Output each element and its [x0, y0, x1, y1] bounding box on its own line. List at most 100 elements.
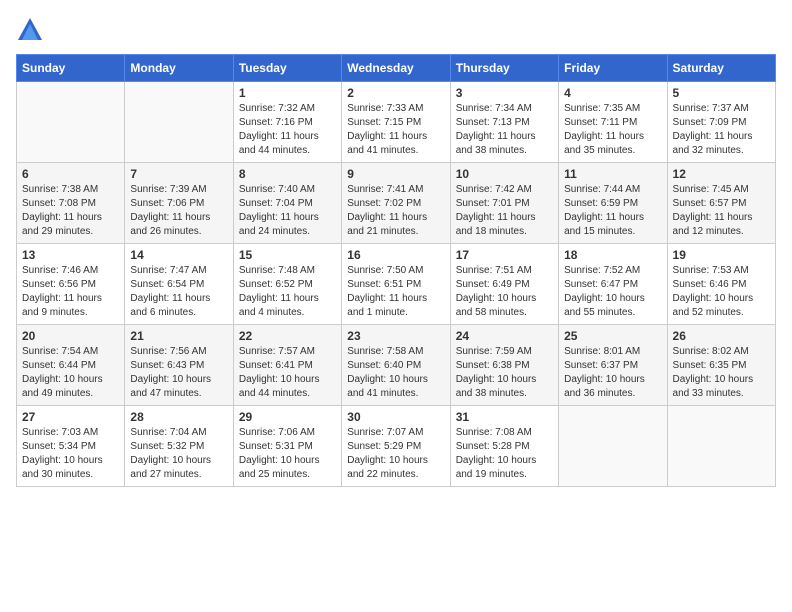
column-header-wednesday: Wednesday: [342, 55, 450, 82]
calendar-cell: 16 Sunrise: 7:50 AMSunset: 6:51 PMDayligh…: [342, 244, 450, 325]
calendar-cell: 4Sunrise: 7:35 AMSunset: 7:11 PMDaylight…: [559, 82, 667, 163]
column-header-sunday: Sunday: [17, 55, 125, 82]
column-header-saturday: Saturday: [667, 55, 775, 82]
calendar-cell: 1Sunrise: 7:32 AMSunset: 7:16 PMDaylight…: [233, 82, 341, 163]
day-info: Sunrise: 7:48 AMSunset: 6:52 PMDaylight:…: [239, 264, 336, 320]
day-info: Sunrise: 7:07 AMSunset: 5:29 PMDaylight:…: [347, 426, 444, 482]
calendar-header-row: SundayMondayTuesdayWednesdayThursdayFrid…: [17, 55, 776, 82]
column-header-friday: Friday: [559, 55, 667, 82]
calendar-cell: 2 Sunrise: 7:33 AMSunset: 7:15 PMDaylight…: [342, 82, 450, 163]
day-number: 22: [239, 329, 336, 343]
calendar: SundayMondayTuesdayWednesdayThursdayFrid…: [16, 54, 776, 487]
day-info: Sunrise: 7:52 AMSunset: 6:47 PMDaylight:…: [564, 264, 661, 320]
day-number: 6: [22, 167, 119, 181]
day-number: 19: [673, 248, 770, 262]
day-info: Sunrise: 7:08 AMSunset: 5:28 PMDaylight:…: [456, 426, 553, 482]
day-info: Sunrise: 8:02 AMSunset: 6:35 PMDaylight:…: [673, 345, 770, 401]
day-number: 27: [22, 410, 119, 424]
day-number: 8: [239, 167, 336, 181]
day-number: 25: [564, 329, 661, 343]
day-info: Sunrise: 7:50 AMSunset: 6:51 PMDaylight:…: [347, 264, 444, 320]
day-info: Sunrise: 7:33 AMSunset: 7:15 PMDaylight:…: [347, 102, 444, 158]
day-number: 31: [456, 410, 553, 424]
day-info: Sunrise: 7:46 AMSunset: 6:56 PMDaylight:…: [22, 264, 119, 320]
calendar-cell: 26 Sunrise: 8:02 AMSunset: 6:35 PMDayligh…: [667, 325, 775, 406]
day-info: Sunrise: 7:45 AMSunset: 6:57 PMDaylight:…: [673, 183, 770, 239]
day-number: 16: [347, 248, 444, 262]
calendar-cell: 14 Sunrise: 7:47 AMSunset: 6:54 PMDayligh…: [125, 244, 233, 325]
day-info: Sunrise: 7:53 AMSunset: 6:46 PMDaylight:…: [673, 264, 770, 320]
column-header-thursday: Thursday: [450, 55, 558, 82]
calendar-cell: 13 Sunrise: 7:46 AMSunset: 6:56 PMDayligh…: [17, 244, 125, 325]
calendar-cell: 21 Sunrise: 7:56 AMSunset: 6:43 PMDayligh…: [125, 325, 233, 406]
calendar-week-row: 20Sunrise: 7:54 AMSunset: 6:44 PMDayligh…: [17, 325, 776, 406]
day-number: 24: [456, 329, 553, 343]
day-number: 7: [130, 167, 227, 181]
day-number: 23: [347, 329, 444, 343]
calendar-cell: [125, 82, 233, 163]
day-info: Sunrise: 7:41 AMSunset: 7:02 PMDaylight:…: [347, 183, 444, 239]
day-number: 29: [239, 410, 336, 424]
calendar-week-row: 1Sunrise: 7:32 AMSunset: 7:16 PMDaylight…: [17, 82, 776, 163]
calendar-cell: 6 Sunrise: 7:38 AMSunset: 7:08 PMDaylight…: [17, 163, 125, 244]
calendar-cell: 24 Sunrise: 7:59 AMSunset: 6:38 PMDayligh…: [450, 325, 558, 406]
calendar-cell: 28Sunrise: 7:04 AMSunset: 5:32 PMDayligh…: [125, 406, 233, 487]
day-number: 9: [347, 167, 444, 181]
column-header-tuesday: Tuesday: [233, 55, 341, 82]
day-number: 11: [564, 167, 661, 181]
calendar-cell: [559, 406, 667, 487]
calendar-cell: 8 Sunrise: 7:40 AMSunset: 7:04 PMDaylight…: [233, 163, 341, 244]
day-info: Sunrise: 7:06 AMSunset: 5:31 PMDaylight:…: [239, 426, 336, 482]
day-number: 15: [239, 248, 336, 262]
day-number: 17: [456, 248, 553, 262]
day-info: Sunrise: 7:58 AMSunset: 6:40 PMDaylight:…: [347, 345, 444, 401]
calendar-cell: 12 Sunrise: 7:45 AMSunset: 6:57 PMDayligh…: [667, 163, 775, 244]
calendar-cell: 3 Sunrise: 7:34 AMSunset: 7:13 PMDaylight…: [450, 82, 558, 163]
calendar-week-row: 13 Sunrise: 7:46 AMSunset: 6:56 PMDayligh…: [17, 244, 776, 325]
calendar-cell: 29 Sunrise: 7:06 AMSunset: 5:31 PMDayligh…: [233, 406, 341, 487]
calendar-cell: 27 Sunrise: 7:03 AMSunset: 5:34 PMDayligh…: [17, 406, 125, 487]
calendar-week-row: 27 Sunrise: 7:03 AMSunset: 5:34 PMDayligh…: [17, 406, 776, 487]
calendar-cell: 5 Sunrise: 7:37 AMSunset: 7:09 PMDaylight…: [667, 82, 775, 163]
day-info: Sunrise: 8:01 AMSunset: 6:37 PMDaylight:…: [564, 345, 661, 401]
calendar-cell: 7 Sunrise: 7:39 AMSunset: 7:06 PMDaylight…: [125, 163, 233, 244]
day-info: Sunrise: 7:40 AMSunset: 7:04 PMDaylight:…: [239, 183, 336, 239]
day-info: Sunrise: 7:56 AMSunset: 6:43 PMDaylight:…: [130, 345, 227, 401]
calendar-cell: 20Sunrise: 7:54 AMSunset: 6:44 PMDayligh…: [17, 325, 125, 406]
calendar-cell: [667, 406, 775, 487]
day-info: Sunrise: 7:39 AMSunset: 7:06 PMDaylight:…: [130, 183, 227, 239]
day-info: Sunrise: 7:35 AMSunset: 7:11 PMDaylight:…: [564, 102, 661, 158]
day-number: 2: [347, 86, 444, 100]
day-info: Sunrise: 7:38 AMSunset: 7:08 PMDaylight:…: [22, 183, 119, 239]
calendar-cell: 22 Sunrise: 7:57 AMSunset: 6:41 PMDayligh…: [233, 325, 341, 406]
day-number: 30: [347, 410, 444, 424]
day-number: 12: [673, 167, 770, 181]
day-info: Sunrise: 7:59 AMSunset: 6:38 PMDaylight:…: [456, 345, 553, 401]
day-number: 21: [130, 329, 227, 343]
day-number: 3: [456, 86, 553, 100]
day-info: Sunrise: 7:37 AMSunset: 7:09 PMDaylight:…: [673, 102, 770, 158]
day-info: Sunrise: 7:03 AMSunset: 5:34 PMDaylight:…: [22, 426, 119, 482]
calendar-cell: [17, 82, 125, 163]
day-info: Sunrise: 7:57 AMSunset: 6:41 PMDaylight:…: [239, 345, 336, 401]
day-info: Sunrise: 7:42 AMSunset: 7:01 PMDaylight:…: [456, 183, 553, 239]
calendar-week-row: 6 Sunrise: 7:38 AMSunset: 7:08 PMDaylight…: [17, 163, 776, 244]
day-info: Sunrise: 7:32 AMSunset: 7:16 PMDaylight:…: [239, 102, 336, 158]
calendar-cell: 11 Sunrise: 7:44 AMSunset: 6:59 PMDayligh…: [559, 163, 667, 244]
day-number: 20: [22, 329, 119, 343]
page-header: [16, 16, 776, 44]
day-number: 26: [673, 329, 770, 343]
day-number: 10: [456, 167, 553, 181]
day-info: Sunrise: 7:47 AMSunset: 6:54 PMDaylight:…: [130, 264, 227, 320]
day-info: Sunrise: 7:51 AMSunset: 6:49 PMDaylight:…: [456, 264, 553, 320]
day-number: 28: [130, 410, 227, 424]
day-number: 5: [673, 86, 770, 100]
day-number: 13: [22, 248, 119, 262]
day-number: 18: [564, 248, 661, 262]
day-number: 14: [130, 248, 227, 262]
calendar-cell: 18 Sunrise: 7:52 AMSunset: 6:47 PMDayligh…: [559, 244, 667, 325]
calendar-cell: 9 Sunrise: 7:41 AMSunset: 7:02 PMDaylight…: [342, 163, 450, 244]
day-info: Sunrise: 7:34 AMSunset: 7:13 PMDaylight:…: [456, 102, 553, 158]
day-info: Sunrise: 7:44 AMSunset: 6:59 PMDaylight:…: [564, 183, 661, 239]
calendar-cell: 31 Sunrise: 7:08 AMSunset: 5:28 PMDayligh…: [450, 406, 558, 487]
